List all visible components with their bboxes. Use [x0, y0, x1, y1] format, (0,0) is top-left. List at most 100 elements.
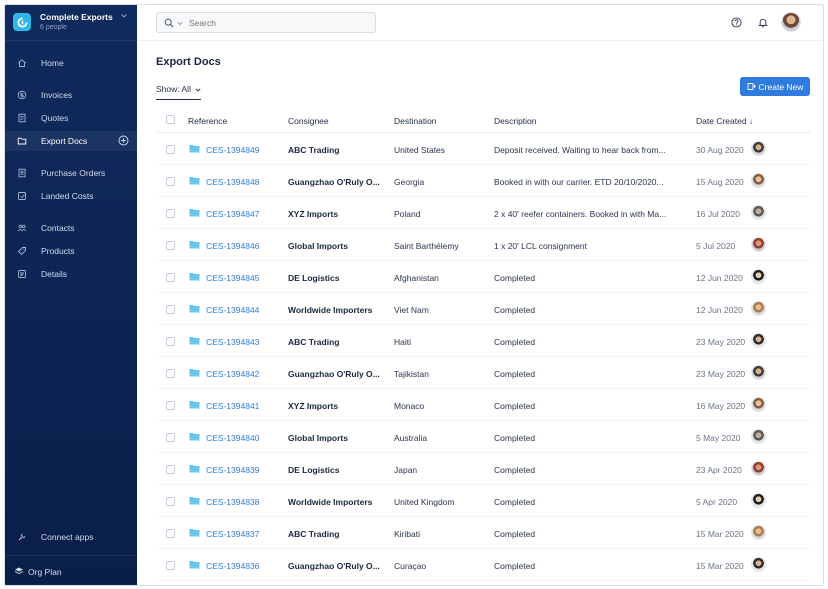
org-plan-link[interactable]: Org Plan	[5, 555, 137, 585]
avatar[interactable]	[751, 173, 766, 188]
avatar[interactable]	[751, 205, 766, 220]
reference-link[interactable]: CES-1394842	[206, 369, 259, 379]
reference-link[interactable]: CES-1394837	[206, 529, 259, 539]
table-row[interactable]: CES-1394848 Guangzhao O'Ruly O... Georgia B…	[156, 165, 811, 197]
destination-cell: Monaco	[394, 401, 425, 411]
chevron-down-icon[interactable]	[177, 21, 183, 26]
reference-link[interactable]: CES-1394846	[206, 241, 259, 251]
table-row[interactable]: CES-1394836 Guangzhao O'Ruly O... Curaçao C…	[156, 549, 811, 581]
avatar[interactable]	[751, 141, 766, 156]
table-row[interactable]: CES-1394841 XYZ Imports Monaco Completed 16 …	[156, 389, 811, 421]
folder-icon	[189, 465, 200, 473]
sidebar-item-label: Products	[41, 246, 75, 256]
row-checkbox[interactable]	[166, 177, 175, 186]
avatar[interactable]	[751, 269, 766, 284]
table-row[interactable]: CES-1394840 Global Imports Australia Comple…	[156, 421, 811, 453]
reference-link[interactable]: CES-1394848	[206, 177, 259, 187]
table-row[interactable]: CES-1394844 Worldwide Importers Viet Nam Co…	[156, 293, 811, 325]
reference-link[interactable]: CES-1394845	[206, 273, 259, 283]
row-checkbox[interactable]	[166, 433, 175, 442]
avatar[interactable]	[751, 301, 766, 316]
create-new-button[interactable]: Create New	[740, 77, 810, 96]
reference-link[interactable]: CES-1394847	[206, 209, 259, 219]
column-header-consignee[interactable]: Consignee	[288, 116, 329, 126]
sidebar-item-contacts[interactable]: Contacts	[5, 218, 137, 238]
destination-cell: Tajikistan	[394, 369, 429, 379]
row-checkbox[interactable]	[166, 369, 175, 378]
avatar[interactable]	[751, 429, 766, 444]
row-checkbox[interactable]	[166, 209, 175, 218]
description-cell: Completed	[494, 337, 536, 347]
column-header-reference[interactable]: Reference	[188, 116, 227, 126]
reference-link[interactable]: CES-1394838	[206, 497, 259, 507]
row-checkbox[interactable]	[166, 465, 175, 474]
create-doc-icon	[747, 83, 756, 90]
table-row[interactable]: CES-1394843 ABC Trading Haiti Completed 23 M…	[156, 325, 811, 357]
row-checkbox[interactable]	[166, 145, 175, 154]
table-row[interactable]: CES-1394846 Global Imports Saint Barthélem…	[156, 229, 811, 261]
table-row[interactable]: CES-1394838 Worldwide Importers United Kin…	[156, 485, 811, 517]
row-checkbox[interactable]	[166, 305, 175, 314]
avatar[interactable]	[751, 557, 766, 572]
sidebar-item-products[interactable]: Products	[5, 241, 137, 261]
org-switcher[interactable]: Complete Exports 6 people	[5, 5, 137, 41]
folder-icon	[189, 369, 200, 377]
reference-link[interactable]: CES-1394836	[206, 561, 259, 571]
destination-cell: United Kingdom	[394, 497, 455, 507]
date-created-cell: 23 Apr 2020	[696, 465, 742, 475]
row-checkbox[interactable]	[166, 241, 175, 250]
select-all-checkbox[interactable]	[166, 115, 175, 124]
user-avatar[interactable]	[781, 12, 801, 32]
table-row[interactable]: CES-1394845 DE Logistics Afghanistan Comple…	[156, 261, 811, 293]
row-checkbox[interactable]	[166, 529, 175, 538]
show-filter-dropdown[interactable]: Show: All	[156, 84, 202, 100]
reference-link[interactable]: CES-1394843	[206, 337, 259, 347]
description-cell: Completed	[494, 433, 536, 443]
search-box[interactable]	[156, 12, 376, 33]
reference-link[interactable]: CES-1394849	[206, 145, 259, 155]
sidebar-item-details[interactable]: Details	[5, 264, 137, 284]
column-header-destination[interactable]: Destination	[394, 116, 437, 126]
description-cell: Booked in with our carrier. ETD 20/10/20…	[494, 177, 664, 187]
table-row[interactable]: CES-1394837 ABC Trading Kiribati Completed 1…	[156, 517, 811, 549]
column-header-date-created[interactable]: Date Created ↓	[696, 116, 753, 126]
avatar[interactable]	[751, 333, 766, 348]
row-checkbox[interactable]	[166, 497, 175, 506]
table-row[interactable]: CES-1394847 XYZ Imports Poland 2 x 40' reef…	[156, 197, 811, 229]
search-input[interactable]	[189, 17, 369, 29]
sidebar: Complete Exports 6 people Home Invoices …	[5, 5, 137, 585]
reference-link[interactable]: CES-1394844	[206, 305, 259, 315]
reference-link[interactable]: CES-1394841	[206, 401, 259, 411]
date-created-cell: 23 May 2020	[696, 369, 746, 379]
avatar[interactable]	[751, 493, 766, 508]
add-icon[interactable]	[118, 135, 129, 146]
consignee-cell: Guangzhao O'Ruly O...	[288, 369, 380, 379]
bell-icon[interactable]	[758, 17, 768, 28]
sidebar-item-label: Invoices	[41, 90, 73, 100]
reference-link[interactable]: CES-1394839	[206, 465, 259, 475]
avatar[interactable]	[751, 397, 766, 412]
sidebar-item-landed-costs[interactable]: Landed Costs	[5, 186, 137, 206]
avatar[interactable]	[751, 461, 766, 476]
row-checkbox[interactable]	[166, 337, 175, 346]
folder-icon	[17, 137, 27, 145]
reference-link[interactable]: CES-1394840	[206, 433, 259, 443]
row-checkbox[interactable]	[166, 561, 175, 570]
connect-apps-link[interactable]: Connect apps	[5, 527, 137, 547]
avatar[interactable]	[751, 365, 766, 380]
column-header-description[interactable]: Description	[494, 116, 537, 126]
table-row[interactable]: CES-1394842 Guangzhao O'Ruly O... Tajikist…	[156, 357, 811, 389]
help-icon[interactable]	[731, 17, 742, 28]
sidebar-item-purchase-orders[interactable]: Purchase Orders	[5, 163, 137, 183]
sidebar-item-invoices[interactable]: Invoices	[5, 85, 137, 105]
sidebar-item-home[interactable]: Home	[5, 53, 137, 73]
table-row[interactable]: CES-1394849 ABC Trading United States Depos…	[156, 133, 811, 165]
date-created-cell: 12 Jun 2020	[696, 273, 743, 283]
avatar[interactable]	[751, 525, 766, 540]
sidebar-item-export-docs[interactable]: Export Docs	[5, 131, 137, 151]
table-row[interactable]: CES-1394839 DE Logistics Japan Completed 23 …	[156, 453, 811, 485]
row-checkbox[interactable]	[166, 273, 175, 282]
avatar[interactable]	[751, 237, 766, 252]
row-checkbox[interactable]	[166, 401, 175, 410]
sidebar-item-quotes[interactable]: Quotes	[5, 108, 137, 128]
